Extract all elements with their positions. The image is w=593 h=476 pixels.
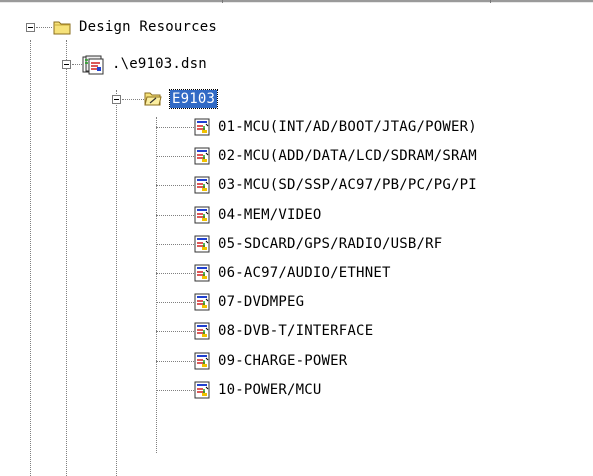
open-folder-icon <box>144 92 162 106</box>
tree-guide-line <box>156 117 157 453</box>
collapse-toggle-icon[interactable] <box>112 95 121 104</box>
tree-node-label[interactable]: 01-MCU(INT/AD/BOOT/JTAG/POWER) <box>216 118 593 136</box>
pane-top-border-highlight <box>0 2 593 3</box>
tree-guide-line <box>116 90 117 476</box>
tree-node-label[interactable]: 07-DVDMPEG <box>216 293 593 311</box>
folder-icon <box>53 21 71 35</box>
tree-branch-line <box>156 215 194 216</box>
tree-node-label[interactable]: 03-MCU(SD/SSP/AC97/PB/PC/PG/PI <box>216 176 593 194</box>
schematic-design-icon <box>82 55 104 75</box>
tree-node-label[interactable]: Design Resources <box>77 18 219 36</box>
tree-node-label[interactable]: 09-CHARGE-POWER <box>216 352 593 370</box>
schematic-page-icon <box>194 176 210 194</box>
tree-branch-line <box>156 127 194 128</box>
tree-branch-line <box>156 390 194 391</box>
tree-node-label[interactable]: 04-MEM/VIDEO <box>216 206 593 224</box>
schematic-page-icon <box>194 147 210 165</box>
tree-branch-line <box>156 244 194 245</box>
tree-node-label[interactable]: 08-DVB-T/INTERFACE <box>216 322 593 340</box>
tree-node-label-selected[interactable]: E9103 <box>168 89 219 109</box>
tree-node-label[interactable]: 02-MCU(ADD/DATA/LCD/SDRAM/SRAM <box>216 147 593 165</box>
tree-node-label[interactable]: 06-AC97/AUDIO/ETHNET <box>216 264 593 282</box>
tree-node-label[interactable]: 10-POWER/MCU <box>216 381 593 399</box>
tree-branch-line <box>156 302 194 303</box>
schematic-page-icon <box>194 352 210 370</box>
schematic-page-icon <box>194 206 210 224</box>
schematic-page-icon <box>194 293 210 311</box>
tree-branch-line <box>156 156 194 157</box>
schematic-page-icon <box>194 322 210 340</box>
schematic-page-icon <box>194 264 210 282</box>
schematic-page-icon <box>194 118 210 136</box>
pane-divider-mark <box>490 0 491 3</box>
tree-branch-line <box>156 273 194 274</box>
tree-branch-line <box>122 99 144 100</box>
tree-branch-line <box>156 361 194 362</box>
schematic-page-icon <box>194 235 210 253</box>
tree-node-label[interactable]: 05-SDCARD/GPS/RADIO/USB/RF <box>216 235 593 253</box>
tree-branch-line <box>156 185 194 186</box>
pane-divider-mark <box>222 0 223 3</box>
schematic-page-icon <box>194 381 210 399</box>
tree-node-label[interactable]: .\e9103.dsn <box>110 55 209 73</box>
tree-guide-line <box>30 40 31 476</box>
tree-guide-line <box>66 40 67 476</box>
tree-branch-line <box>156 331 194 332</box>
tree-branch-line <box>36 27 52 28</box>
collapse-toggle-icon[interactable] <box>62 60 71 69</box>
collapse-toggle-icon[interactable] <box>26 23 35 32</box>
tree-branch-line <box>72 64 82 65</box>
